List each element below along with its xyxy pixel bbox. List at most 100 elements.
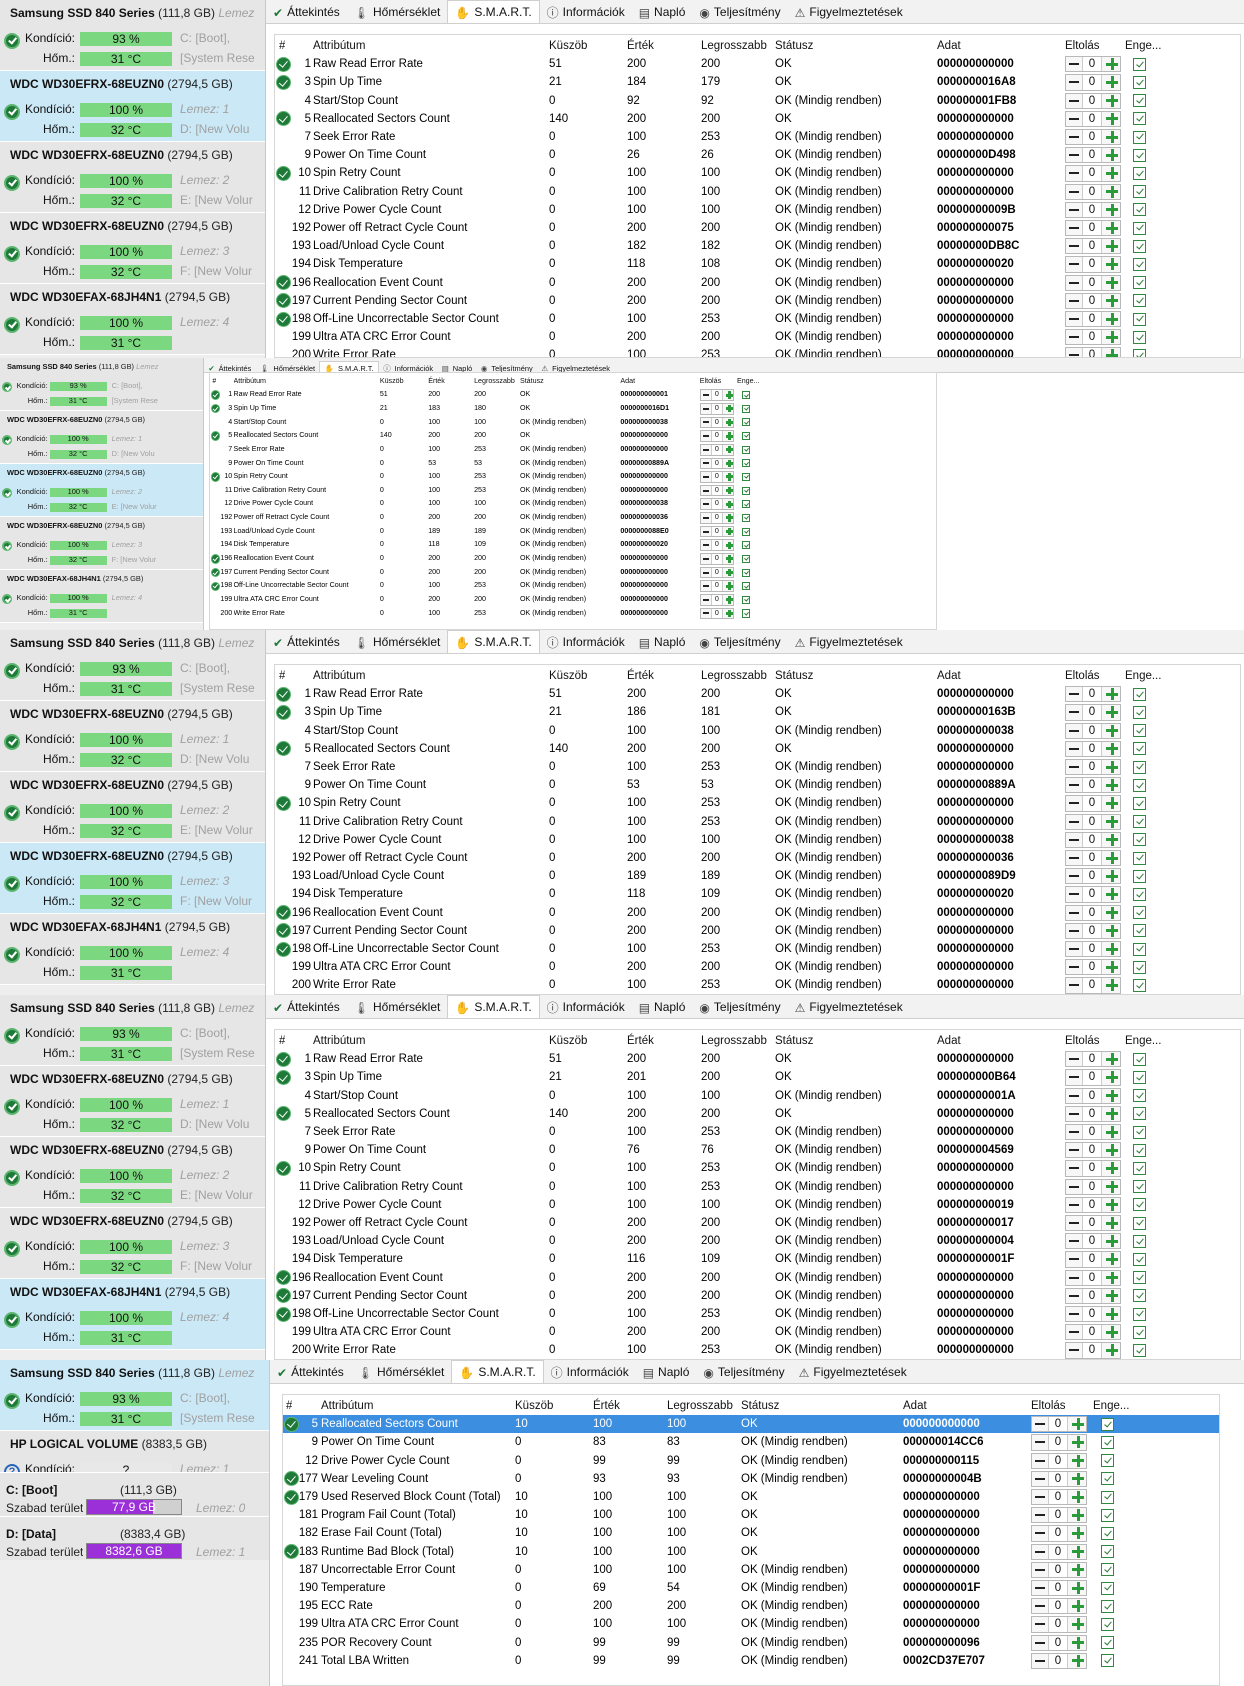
drive-item[interactable]: WDC WD30EFRX-68EUZN0 (2794,5 GB) Kondíció…	[0, 843, 265, 914]
minus-icon[interactable]	[702, 585, 709, 588]
table-row[interactable]: 198 Off-Line Uncorrectable Sector Count 0 1…	[275, 940, 1240, 958]
drive-item[interactable]: WDC WD30EFRX-68EUZN0 (2794,5 GB) Kondíció…	[0, 701, 265, 772]
offset-spinner[interactable]: 0	[1065, 165, 1121, 182]
minus-icon[interactable]	[1069, 1258, 1079, 1261]
tab-smart-handshake[interactable]: ✋ S.M.A.R.T.	[447, 0, 540, 23]
offset-value[interactable]: 0	[1082, 1088, 1102, 1103]
enable-checkbox[interactable]	[741, 404, 750, 413]
offset-spinner[interactable]: 0	[1065, 256, 1121, 273]
minus-icon[interactable]	[702, 516, 709, 519]
table-row[interactable]: 196 Reallocation Event Count 0 200 200 OK (Mi…	[275, 904, 1240, 922]
tab-info[interactable]: ⓘ Információk	[540, 631, 632, 653]
enable-checkbox[interactable]	[1133, 760, 1146, 774]
enable-checkbox[interactable]	[1133, 148, 1146, 162]
minus-icon[interactable]	[1035, 1641, 1045, 1644]
offset-value[interactable]: 0	[1082, 1179, 1102, 1194]
offset-value[interactable]: 0	[1082, 814, 1102, 829]
tab-warnings[interactable]: ⚠ Figyelmeztetések	[792, 1361, 914, 1383]
offset-spinner[interactable]: 0	[699, 471, 735, 483]
offset-spinner[interactable]: 0	[1065, 147, 1121, 164]
enable-checkbox[interactable]	[1133, 1234, 1146, 1248]
column-header-num[interactable]: #	[212, 375, 216, 389]
offset-value[interactable]: 0	[1048, 1471, 1068, 1486]
tab-performance-gauge[interactable]: ◉ Teljesítmény	[692, 631, 787, 653]
table-row[interactable]: 197 Current Pending Sector Count 0 200 200 OK…	[275, 922, 1240, 940]
tab-overview-check[interactable]: ✔ Áttekintés	[266, 1, 347, 23]
drive-item[interactable]: WDC WD30EFRX-68EUZN0 (2794,5 GB) Kondíció…	[0, 1066, 265, 1137]
enable-checkbox[interactable]	[1133, 348, 1146, 357]
minus-icon[interactable]	[702, 503, 709, 506]
enable-checkbox[interactable]	[1133, 796, 1146, 810]
offset-spinner[interactable]: 0	[1065, 977, 1121, 994]
drive-item[interactable]: WDC WD30EFRX-68EUZN0 (2794,5 GB) Kondíció…	[0, 772, 265, 843]
minus-icon[interactable]	[702, 544, 709, 547]
column-header-enable[interactable]: Enge...	[1125, 37, 1161, 55]
enable-checkbox[interactable]	[1133, 1289, 1146, 1303]
column-header-attr[interactable]: Attribútum	[234, 375, 266, 389]
enable-checkbox[interactable]	[741, 418, 750, 427]
minus-icon[interactable]	[702, 571, 709, 574]
column-header-attr[interactable]: Attribútum	[321, 1397, 373, 1415]
column-header-value[interactable]: Érték	[627, 667, 654, 685]
table-row[interactable]: 1 Raw Read Error Rate 51 200 200 OK 0000000000…	[275, 55, 1240, 73]
enable-checkbox[interactable]	[1133, 185, 1146, 199]
enable-checkbox[interactable]	[1101, 1472, 1114, 1486]
minus-icon[interactable]	[702, 435, 709, 438]
enable-checkbox[interactable]	[1133, 1343, 1146, 1357]
tab-log[interactable]: ▤ Napló	[636, 1361, 697, 1383]
offset-value[interactable]: 0	[710, 499, 724, 510]
enable-checkbox[interactable]	[741, 609, 750, 618]
column-header-worst[interactable]: Legrosszabb	[474, 375, 515, 389]
table-row[interactable]: 196 Reallocation Event Count 0 200 200 OK (Mi…	[275, 274, 1240, 292]
column-header-value[interactable]: Érték	[627, 37, 654, 55]
minus-icon[interactable]	[702, 612, 709, 615]
minus-icon[interactable]	[1069, 948, 1079, 951]
table-row[interactable]: 3 Spin Up Time 21 184 179 OK 0000000016A8 0	[275, 73, 1240, 91]
minus-icon[interactable]	[1069, 784, 1079, 787]
enable-checkbox[interactable]	[741, 541, 750, 550]
tab-thermometer[interactable]: 🌡 Hőmérséklet	[347, 1, 448, 23]
offset-spinner[interactable]: 0	[1031, 1434, 1087, 1451]
column-header-num[interactable]: #	[279, 667, 285, 685]
minus-icon[interactable]	[1069, 117, 1079, 120]
minus-icon[interactable]	[1069, 1331, 1079, 1334]
column-header-data[interactable]: Adat	[937, 1032, 961, 1050]
offset-spinner[interactable]: 0	[1031, 1543, 1087, 1560]
offset-value[interactable]: 0	[1082, 1125, 1102, 1140]
enable-checkbox[interactable]	[1133, 960, 1146, 974]
enable-checkbox[interactable]	[1133, 705, 1146, 719]
offset-spinner[interactable]: 0	[1031, 1470, 1087, 1487]
minus-icon[interactable]	[1069, 766, 1079, 769]
table-row[interactable]: 197 Current Pending Sector Count 0 200 200 OK…	[275, 292, 1240, 310]
table-row[interactable]: 12 Drive Power Cycle Count 0 100 100 OK (Mind…	[210, 497, 936, 511]
drive-item[interactable]: Samsung SSD 840 Series (111,8 GB) Lemez K…	[0, 1360, 269, 1431]
table-row[interactable]: 235 POR Recovery Count 0 99 99 OK (Mindig ren…	[283, 1634, 1219, 1652]
offset-value[interactable]: 0	[1048, 1526, 1068, 1541]
enable-checkbox[interactable]	[741, 432, 750, 441]
offset-spinner[interactable]: 0	[1065, 56, 1121, 73]
enable-checkbox[interactable]	[1133, 276, 1146, 290]
offset-value[interactable]: 0	[710, 567, 724, 578]
table-row[interactable]: 7 Seek Error Rate 0 100 253 OK (Mindig rendbe…	[210, 443, 936, 457]
minus-icon[interactable]	[1069, 911, 1079, 914]
column-header-enable[interactable]: Enge...	[737, 375, 760, 389]
enable-checkbox[interactable]	[1133, 75, 1146, 89]
table-row[interactable]: 12 Drive Power Cycle Count 0 100 100 OK (Mind…	[275, 201, 1240, 219]
table-row[interactable]: 7 Seek Error Rate 0 100 253 OK (Mindig rendbe…	[275, 128, 1240, 146]
minus-icon[interactable]	[702, 475, 709, 478]
minus-icon[interactable]	[1069, 1167, 1079, 1170]
enable-checkbox[interactable]	[1101, 1599, 1114, 1613]
offset-spinner[interactable]: 0	[1031, 1652, 1087, 1669]
offset-value[interactable]: 0	[710, 513, 724, 523]
offset-spinner[interactable]: 0	[1065, 777, 1121, 794]
offset-spinner[interactable]: 0	[699, 484, 735, 497]
minus-icon[interactable]	[702, 530, 709, 533]
minus-icon[interactable]	[1069, 1222, 1079, 1225]
offset-spinner[interactable]: 0	[1065, 1342, 1121, 1359]
drive-item[interactable]: Samsung SSD 840 Series (111,8 GB) Lemez K…	[0, 0, 265, 71]
offset-value[interactable]: 0	[1082, 1106, 1102, 1121]
enable-checkbox[interactable]	[1133, 294, 1146, 308]
table-row[interactable]: 4 Start/Stop Count 0 100 100 OK (Mindig rendb…	[275, 1087, 1240, 1105]
drive-item[interactable]: WDC WD30EFAX-68JH4N1 (2794,5 GB) Kondíció…	[0, 914, 265, 985]
table-row[interactable]: 12 Drive Power Cycle Count 0 100 100 OK (Mind…	[275, 831, 1240, 849]
